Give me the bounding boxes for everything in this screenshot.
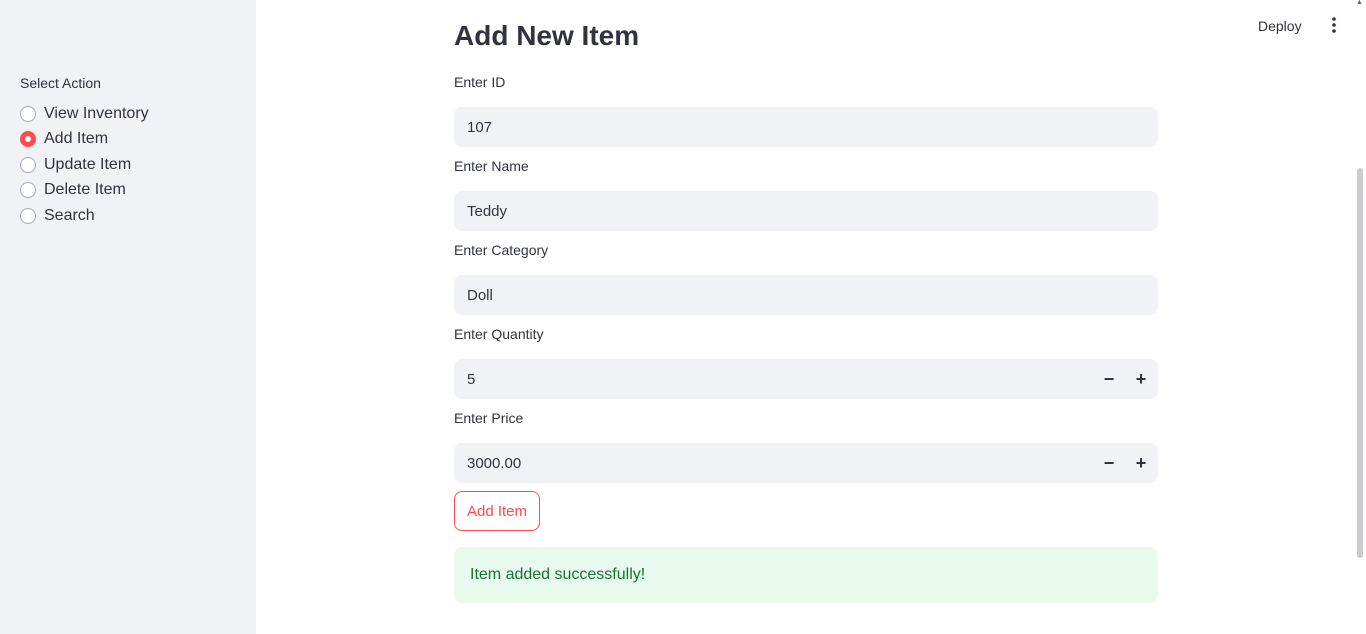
price-input[interactable] xyxy=(454,443,1158,483)
quantity-decrement-button[interactable]: − xyxy=(1093,359,1125,399)
radio-option-label: Delete Item xyxy=(44,181,126,199)
id-input[interactable] xyxy=(454,107,1158,147)
id-field: Enter ID xyxy=(454,74,1158,147)
app-root: Select Action View Inventory Add Item Up… xyxy=(0,0,1366,634)
success-message: Item added successfully! xyxy=(470,566,646,583)
radio-option-label: Search xyxy=(44,206,95,224)
radio-option-label: View Inventory xyxy=(44,104,149,122)
price-decrement-button[interactable]: − xyxy=(1093,443,1125,483)
quantity-field: Enter Quantity − + xyxy=(454,326,1158,399)
category-input[interactable] xyxy=(454,275,1158,315)
radio-unchecked-icon xyxy=(20,156,36,173)
category-field: Enter Category xyxy=(454,242,1158,315)
deploy-button[interactable]: Deploy xyxy=(1258,16,1302,36)
price-field: Enter Price − + xyxy=(454,410,1158,483)
radio-unchecked-icon xyxy=(20,182,36,199)
id-field-box xyxy=(454,107,1158,147)
radio-unchecked-icon xyxy=(20,105,36,122)
radio-option-view-inventory[interactable]: View Inventory xyxy=(20,101,149,127)
page-title: Add New Item xyxy=(454,20,640,51)
name-field-box xyxy=(454,191,1158,231)
radio-unchecked-icon xyxy=(20,207,36,224)
name-input[interactable] xyxy=(454,191,1158,231)
scroll-up-arrow-icon[interactable]: ▲ xyxy=(1356,0,1364,6)
name-field-label: Enter Name xyxy=(454,158,529,174)
radio-option-label: Update Item xyxy=(44,155,132,173)
radio-option-label: Add Item xyxy=(44,130,109,148)
radio-option-add-item[interactable]: Add Item xyxy=(20,127,149,153)
radio-option-search[interactable]: Search xyxy=(20,203,149,229)
quantity-field-label: Enter Quantity xyxy=(454,326,544,342)
more-vertical-icon[interactable] xyxy=(1325,15,1343,35)
quantity-increment-button[interactable]: + xyxy=(1125,359,1157,399)
price-field-label: Enter Price xyxy=(454,410,524,426)
select-action-label: Select Action xyxy=(20,75,101,91)
category-field-box xyxy=(454,275,1158,315)
price-field-box: − + xyxy=(454,443,1158,483)
category-field-label: Enter Category xyxy=(454,242,549,258)
id-field-label: Enter ID xyxy=(454,74,506,90)
radio-option-delete-item[interactable]: Delete Item xyxy=(20,178,149,204)
scrollbar-thumb[interactable] xyxy=(1357,168,1363,558)
radio-option-update-item[interactable]: Update Item xyxy=(20,152,149,178)
quantity-field-box: − + xyxy=(454,359,1158,399)
name-field: Enter Name xyxy=(454,158,1158,231)
quantity-input[interactable] xyxy=(454,359,1158,399)
action-radio-group: View Inventory Add Item Update Item Dele… xyxy=(20,101,149,229)
radio-checked-icon xyxy=(20,131,36,148)
sidebar: Select Action View Inventory Add Item Up… xyxy=(0,0,256,634)
price-increment-button[interactable]: + xyxy=(1125,443,1157,483)
add-item-button[interactable]: Add Item xyxy=(454,491,540,531)
success-alert: Item added successfully! xyxy=(454,547,1158,603)
